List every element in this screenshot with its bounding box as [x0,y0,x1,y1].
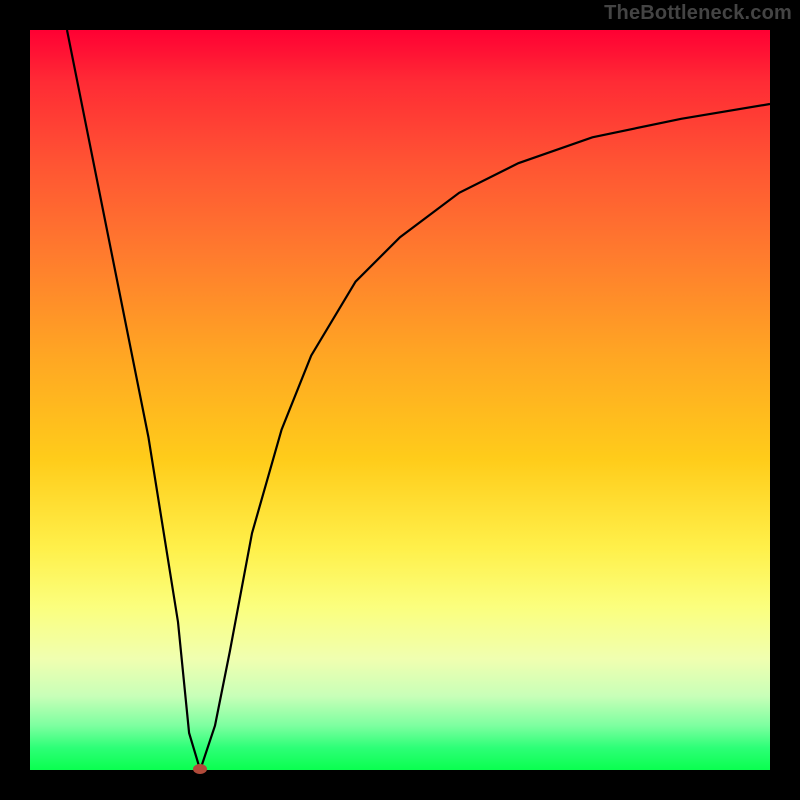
watermark-text: TheBottleneck.com [604,2,792,25]
optimum-marker [193,764,207,774]
plot-area [30,30,770,770]
chart-frame: TheBottleneck.com [0,0,800,800]
bottleneck-curve [30,30,770,770]
curve-line [67,30,770,770]
